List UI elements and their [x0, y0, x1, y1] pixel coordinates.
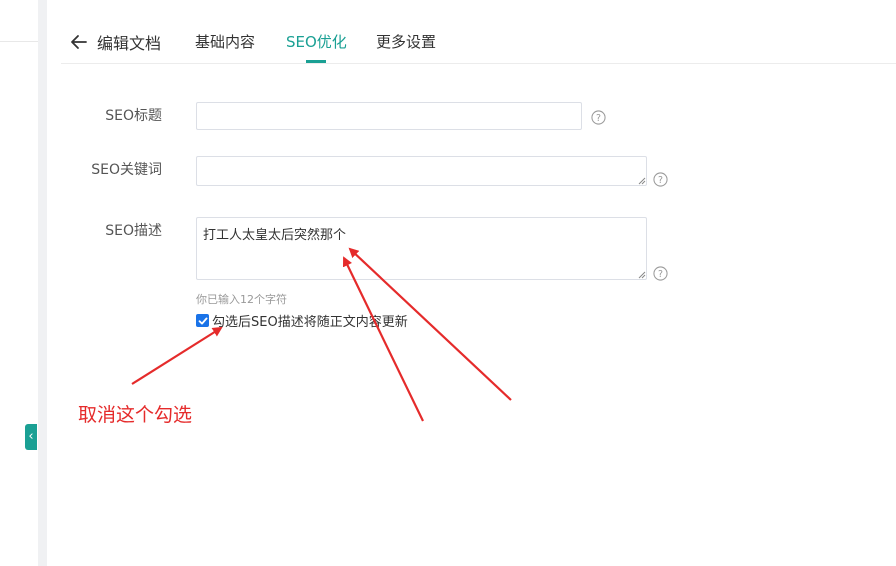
resize-grip-icon[interactable]: [637, 270, 646, 279]
resize-grip-icon[interactable]: [637, 176, 646, 185]
svg-text:?: ?: [596, 113, 601, 124]
svg-text:?: ?: [658, 269, 663, 280]
page-gutter: [38, 0, 47, 566]
question-circle-icon[interactable]: ?: [591, 110, 606, 125]
seo-title-label: SEO标题: [105, 108, 162, 124]
checkmark-icon: [198, 317, 207, 324]
seo-description-label: SEO描述: [105, 223, 162, 239]
main-content: 编辑文档 基础内容 SEO优化 更多设置 SEO标题 ? SEO关键词 ? SE…: [47, 0, 896, 566]
auto-update-checkbox-row[interactable]: 勾选后SEO描述将随正文内容更新: [196, 311, 408, 330]
sidebar-toggle-button[interactable]: ‹: [25, 424, 37, 450]
back-button[interactable]: 编辑文档: [69, 29, 161, 55]
left-panel-divider: [0, 41, 38, 42]
tab-basic-content[interactable]: 基础内容: [195, 31, 255, 52]
tab-more-settings[interactable]: 更多设置: [376, 31, 436, 52]
seo-keywords-label: SEO关键词: [91, 162, 162, 178]
seo-keywords-textarea[interactable]: [196, 156, 647, 186]
auto-update-checkbox[interactable]: [196, 314, 209, 327]
page-title: 编辑文档: [97, 34, 162, 53]
tab-seo[interactable]: SEO优化: [286, 31, 347, 52]
active-tab-indicator: [306, 60, 326, 63]
chevron-left-icon: ‹: [28, 429, 34, 444]
seo-description-textarea[interactable]: 打工人太皇太后突然那个: [196, 217, 647, 280]
svg-text:?: ?: [658, 175, 663, 186]
question-circle-icon[interactable]: ?: [653, 266, 668, 281]
seo-title-input[interactable]: [196, 102, 582, 130]
question-circle-icon[interactable]: ?: [653, 172, 668, 187]
left-panel: [0, 0, 38, 566]
top-bar: 编辑文档 基础内容 SEO优化 更多设置: [61, 0, 896, 64]
auto-update-label: 勾选后SEO描述将随正文内容更新: [212, 315, 408, 330]
char-count-hint: 你已输入12个字符: [196, 293, 287, 306]
arrow-left-icon: [71, 35, 87, 49]
annotation-text: 取消这个勾选: [78, 404, 193, 426]
